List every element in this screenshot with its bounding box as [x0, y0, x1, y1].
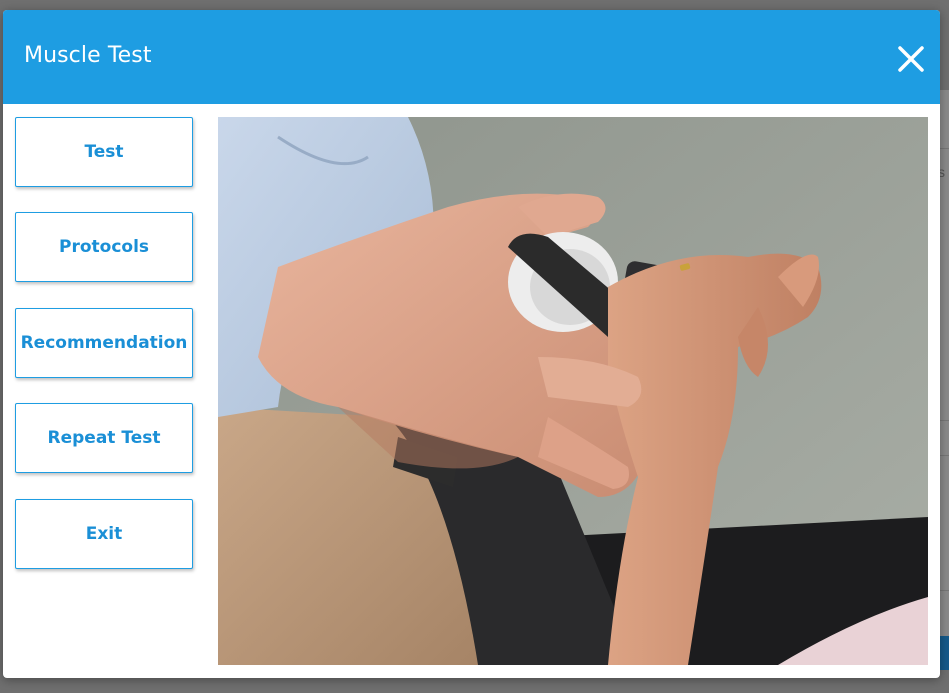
close-icon: [898, 46, 924, 72]
dialog-title: Muscle Test: [24, 43, 152, 68]
exit-button[interactable]: Exit: [15, 499, 193, 569]
recommendation-button[interactable]: Recommendation: [15, 308, 193, 378]
test-button[interactable]: Test: [15, 117, 193, 187]
muscle-test-photo: [218, 117, 928, 665]
dialog-header: Muscle Test: [3, 10, 940, 104]
repeat-test-button[interactable]: Repeat Test: [15, 403, 193, 473]
muscle-test-dialog: Muscle Test Test Protocols Recommendatio…: [3, 10, 940, 678]
close-button[interactable]: [893, 41, 929, 77]
protocols-button[interactable]: Protocols: [15, 212, 193, 282]
